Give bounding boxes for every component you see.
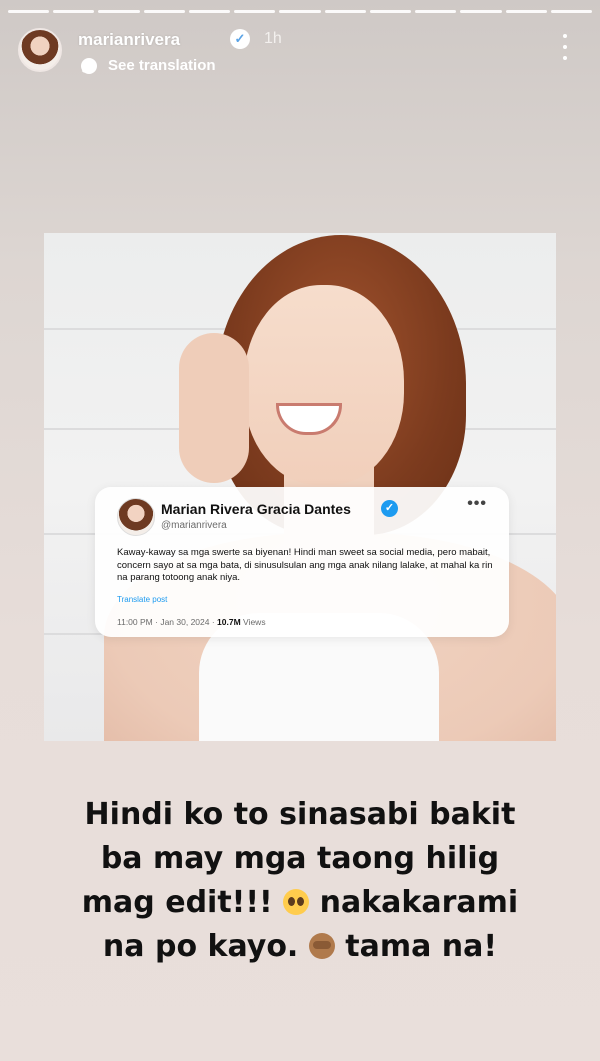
- see-translation-link[interactable]: See translation: [108, 57, 216, 74]
- verified-badge-icon: ✓: [230, 29, 250, 49]
- translate-icon[interactable]: [80, 57, 98, 75]
- portrait-hand: [179, 333, 249, 483]
- story-header: marianrivera ✓ 1h See translation: [16, 26, 584, 78]
- caption-line: ba may mga taong hilig: [100, 841, 500, 876]
- progress-segment: [188, 10, 231, 13]
- progress-segment: [369, 10, 412, 13]
- progress-segment: [143, 10, 185, 13]
- caption-line: Hindi ko to sinasabi bakit: [84, 797, 516, 832]
- tweet-time: 11:00 PM: [117, 617, 153, 627]
- progress-segment: [505, 10, 547, 13]
- progress-segment: [8, 10, 50, 13]
- tweet-text: Kaway-kaway sa mga swerte sa biyenan! Hi…: [117, 547, 493, 583]
- caption-text: mag edit!!!: [81, 885, 273, 920]
- tweet-meta: 11:00 PM · Jan 30, 2024 · 10.7M Views: [117, 617, 266, 627]
- progress-segment: [98, 10, 140, 13]
- tweet-verified-icon: ✓: [381, 500, 398, 517]
- caption-line: mag edit!!! nakakarami: [40, 881, 560, 925]
- caption-text: tama na!: [345, 929, 498, 964]
- progress-segment: [279, 10, 321, 13]
- see-no-evil-monkey-icon: [308, 933, 335, 959]
- tweet-more-icon: •••: [467, 495, 487, 512]
- progress-segment: [324, 10, 366, 13]
- progress-segment: [415, 10, 457, 13]
- caption-text: nakakarami: [319, 885, 519, 920]
- tweet-handle: @marianrivera: [161, 520, 227, 531]
- tweet-card: Marian Rivera Gracia Dantes ✓ @marianriv…: [95, 487, 509, 637]
- progress-segment: [550, 10, 593, 13]
- tweet-avatar: [117, 498, 155, 536]
- tweet-views-label: Views: [243, 617, 266, 627]
- caption-line: na po kayo. tama na!: [40, 925, 560, 969]
- profile-avatar[interactable]: [18, 28, 62, 72]
- tweet-translate-link: Translate post: [117, 595, 168, 604]
- username-link[interactable]: marianrivera: [78, 30, 180, 50]
- progress-segment: [53, 10, 95, 13]
- progress-segment: [234, 10, 276, 13]
- tweet-display-name: Marian Rivera Gracia Dantes: [161, 501, 351, 517]
- more-options-icon[interactable]: [562, 34, 568, 60]
- caption-text: na po kayo.: [102, 929, 299, 964]
- tweet-date: Jan 30, 2024: [160, 617, 210, 627]
- story-progress-bar: [8, 10, 593, 13]
- tweet-views-count: 10.7M: [217, 617, 241, 627]
- portrait-face: [244, 285, 404, 485]
- post-time: 1h: [264, 30, 282, 47]
- story-caption: Hindi ko to sinasabi bakit ba may mga ta…: [40, 793, 560, 969]
- progress-segment: [460, 10, 502, 13]
- pleading-face-icon: [283, 889, 310, 915]
